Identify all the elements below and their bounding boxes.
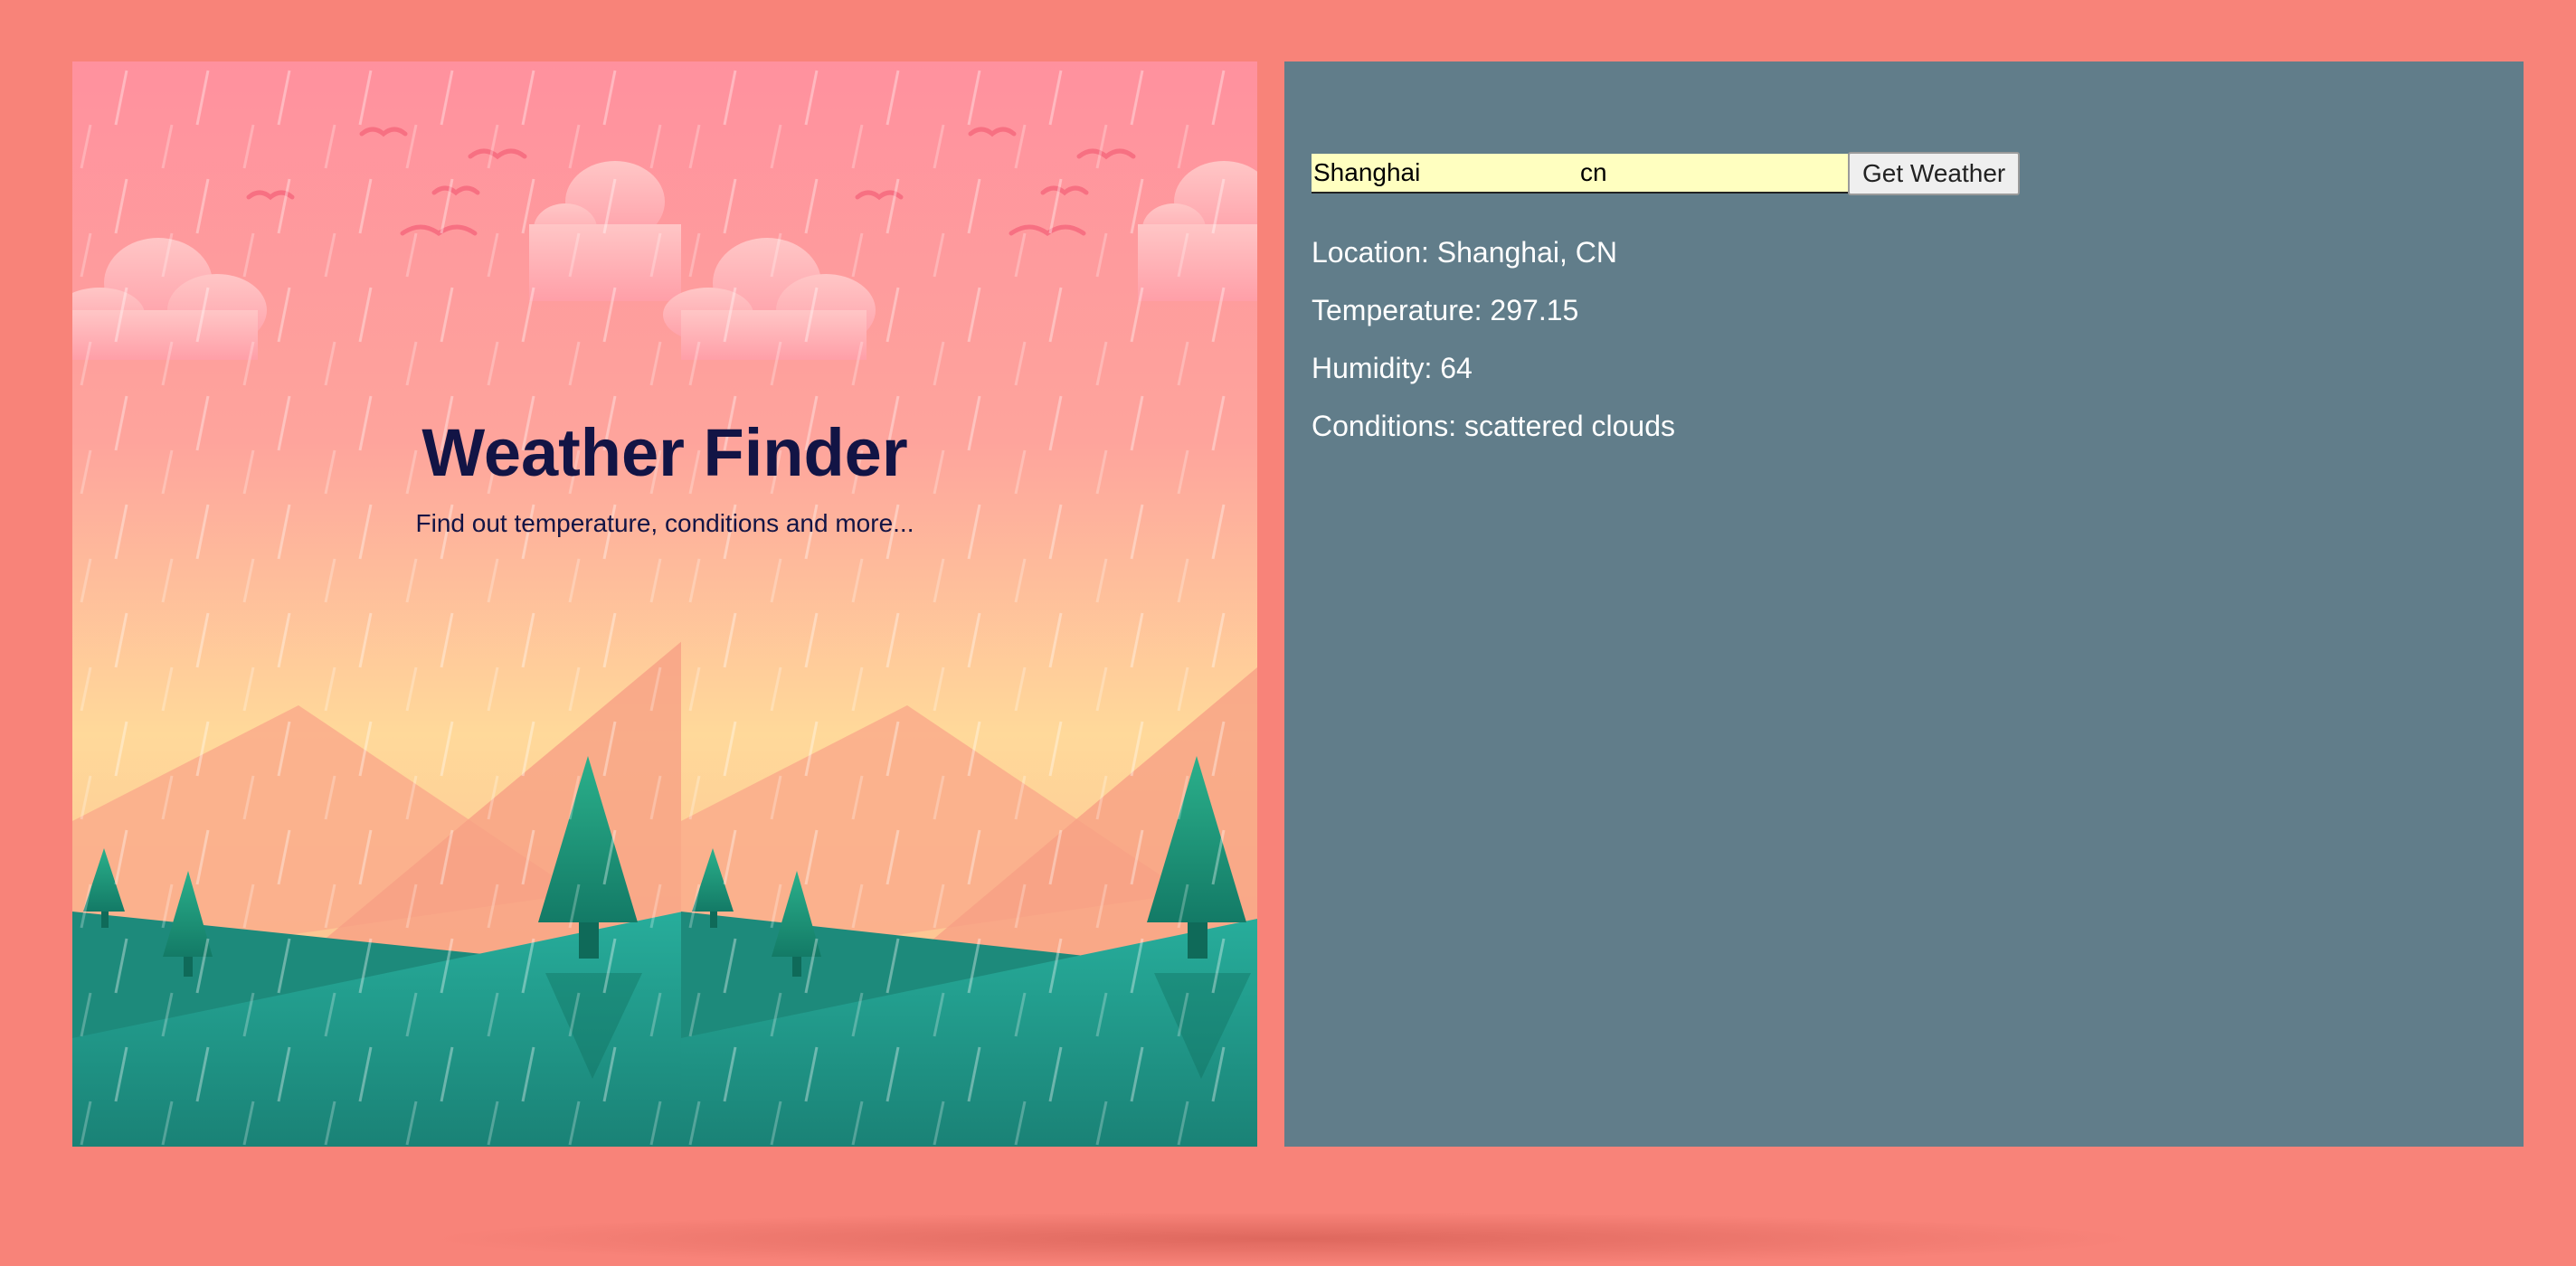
page-shadow [425,1212,2144,1266]
weather-panel: Get Weather Location: Shanghai, CN Tempe… [1284,61,2524,1147]
get-weather-button[interactable]: Get Weather [1848,152,2021,195]
rainy-landscape-illustration [72,61,1257,1147]
temperature-value: 297.15 [1490,294,1579,326]
country-input[interactable] [1578,154,1848,194]
city-input[interactable] [1312,154,1578,194]
hero-panel: Weather Finder Find out temperature, con… [72,61,1257,1147]
page-title: Weather Finder [421,415,908,490]
scene-half-right [663,61,1257,1147]
weather-results: Location: Shanghai, CN Temperature: 297.… [1312,235,1675,467]
temperature-label: Temperature: [1312,294,1482,326]
location-line: Location: Shanghai, CN [1312,235,1675,269]
scene-half-left [72,61,683,1147]
conditions-value: scattered clouds [1463,410,1675,442]
conditions-line: Conditions: scattered clouds [1312,409,1675,443]
page-subtitle: Find out temperature, conditions and mor… [415,509,914,537]
temperature-line: Temperature: 297.15 [1312,293,1675,327]
humidity-label: Humidity: [1312,352,1433,384]
weather-form: Get Weather [1312,152,2021,195]
conditions-label: Conditions: [1312,410,1457,442]
location-label: Location: [1312,236,1429,269]
location-value: Shanghai, CN [1436,236,1617,269]
humidity-line: Humidity: 64 [1312,351,1675,385]
humidity-value: 64 [1440,352,1473,384]
